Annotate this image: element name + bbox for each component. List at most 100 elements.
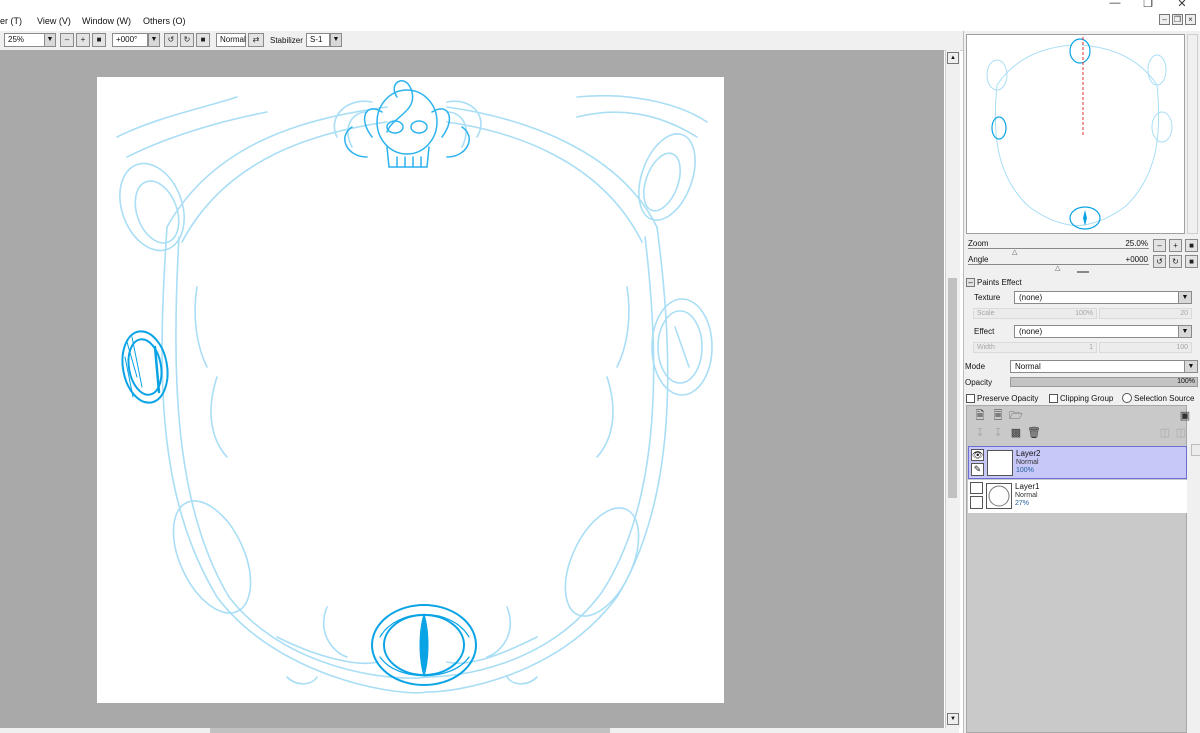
- nav-zoom-reset-button[interactable]: ■: [1185, 239, 1198, 252]
- nav-rotate-left-button[interactable]: ↺: [1153, 255, 1166, 268]
- clipping-group-label: Clipping Group: [1060, 394, 1114, 403]
- layer-opacity: 100%: [1016, 467, 1034, 474]
- eye-icon[interactable]: 👁: [971, 449, 984, 461]
- chevron-down-icon: ▼: [1178, 292, 1191, 303]
- chevron-down-icon[interactable]: ▼: [44, 33, 56, 47]
- visibility-checkbox[interactable]: [970, 482, 983, 494]
- flip-horizontal-button[interactable]: ⇄: [248, 33, 264, 47]
- layer-opacity: 27%: [1015, 500, 1030, 507]
- mdi-restore-icon[interactable]: ❐: [1172, 14, 1183, 25]
- navigator-angle-label: Angle: [968, 255, 989, 264]
- menu-others[interactable]: Others (O): [143, 16, 186, 26]
- rotate-reset-button[interactable]: ■: [196, 33, 210, 47]
- new-linework-layer-icon[interactable]: 🗏: [991, 409, 1005, 423]
- sketch-artwork: [116, 80, 713, 694]
- panel-splitter-handle[interactable]: [1077, 271, 1089, 273]
- pen-icon[interactable]: ✎: [971, 463, 984, 476]
- selection-source-label: Selection Source: [1134, 394, 1195, 403]
- apply-mask-icon[interactable]: ◫: [1158, 426, 1172, 440]
- trash-icon[interactable]: 🗑: [1027, 426, 1041, 440]
- blend-mode-select[interactable]: Normal: [216, 33, 246, 47]
- angle-select[interactable]: +000°: [112, 33, 148, 47]
- menu-view[interactable]: View (V): [37, 16, 71, 26]
- angle-slider-handle[interactable]: △: [1055, 264, 1060, 272]
- scale-number: 20: [1099, 308, 1192, 319]
- stabilizer-select[interactable]: S-1: [306, 33, 330, 47]
- rotate-left-button[interactable]: ↺: [164, 33, 178, 47]
- layer-mode-select[interactable]: Normal ▼: [1010, 360, 1198, 373]
- nav-rotate-reset-button[interactable]: ■: [1185, 255, 1198, 268]
- navigator-scrollbar[interactable]: [1187, 34, 1198, 234]
- navigator-angle-value: +0000: [1125, 255, 1148, 264]
- layer-mode: Normal: [1015, 492, 1038, 499]
- scale-value: 100%: [1075, 310, 1093, 317]
- stabilizer-label: Stabilizer: [270, 36, 303, 45]
- close-icon[interactable]: ✕: [1173, 0, 1191, 10]
- zoom-out-button[interactable]: –: [60, 33, 74, 47]
- zoom-select[interactable]: 25%: [4, 33, 45, 47]
- texture-select[interactable]: (none) ▼: [1014, 291, 1192, 304]
- zoom-slider-handle[interactable]: △: [1012, 248, 1017, 256]
- minimize-icon[interactable]: —: [1106, 0, 1124, 9]
- navigator-zoom-label: Zoom: [968, 239, 989, 248]
- selection-source-radio[interactable]: [1122, 393, 1132, 403]
- layer-mode: Normal: [1016, 459, 1039, 466]
- width-label: Width: [977, 344, 995, 351]
- chevron-down-icon[interactable]: ▼: [148, 33, 160, 47]
- restore-icon[interactable]: ❐: [1139, 0, 1157, 10]
- width-field: Width 1: [973, 342, 1097, 353]
- lock-checkbox[interactable]: [970, 496, 983, 509]
- scroll-up-icon[interactable]: ▲: [947, 52, 959, 64]
- menu-window[interactable]: Window (W): [82, 16, 131, 26]
- rotate-right-button[interactable]: ↻: [180, 33, 194, 47]
- canvas-paper[interactable]: [97, 77, 724, 703]
- hscroll-thumb[interactable]: [210, 728, 610, 733]
- zoom-slider-track[interactable]: [968, 248, 1149, 249]
- effect-value: (none): [1019, 327, 1043, 336]
- mode-label: Mode: [965, 362, 986, 371]
- merge-down-icon[interactable]: ↧: [991, 426, 1005, 440]
- layer-list-scrollbar[interactable]: [1191, 444, 1200, 456]
- nav-zoom-in-button[interactable]: +: [1169, 239, 1182, 252]
- clipping-group-checkbox[interactable]: [1049, 394, 1058, 403]
- scroll-thumb[interactable]: [948, 278, 957, 498]
- canvas-horizontal-scrollbar[interactable]: [0, 728, 959, 733]
- chevron-down-icon[interactable]: ▼: [330, 33, 342, 47]
- layer-row-layer1[interactable]: Layer1 Normal 27%: [968, 480, 1187, 513]
- transfer-down-icon[interactable]: ↧: [973, 426, 987, 440]
- layer-name: Layer2: [1016, 449, 1041, 458]
- texture-label: Texture: [974, 293, 1001, 302]
- navigator-preview[interactable]: [966, 34, 1185, 234]
- eye-pupil: [419, 613, 429, 677]
- clear-layer-icon[interactable]: ▩: [1009, 426, 1023, 440]
- preserve-opacity-checkbox[interactable]: [966, 394, 975, 403]
- layer-thumbnail-circle: [988, 485, 1010, 507]
- nav-zoom-out-button[interactable]: –: [1153, 239, 1166, 252]
- canvas-vertical-scrollbar[interactable]: ▲ ▼: [945, 50, 960, 728]
- collapse-icon[interactable]: –: [966, 278, 975, 287]
- scroll-down-icon[interactable]: ▼: [947, 713, 959, 725]
- effect-label: Effect: [974, 327, 995, 336]
- effect-select[interactable]: (none) ▼: [1014, 325, 1192, 338]
- paints-effect-title: Paints Effect: [977, 278, 1022, 287]
- menu-layer[interactable]: er (T): [0, 16, 22, 26]
- mdi-close-icon[interactable]: ×: [1185, 14, 1196, 25]
- opacity-label: Opacity: [965, 378, 993, 387]
- layer-mask-icon[interactable]: ▣: [1178, 409, 1192, 423]
- mdi-minimize-icon[interactable]: –: [1159, 14, 1170, 25]
- zoom-in-button[interactable]: +: [76, 33, 90, 47]
- opacity-slider[interactable]: 100%: [1010, 377, 1198, 387]
- new-folder-icon[interactable]: 🗁: [1009, 409, 1023, 423]
- zoom-reset-button[interactable]: ■: [92, 33, 106, 47]
- nav-rotate-right-button[interactable]: ↻: [1169, 255, 1182, 268]
- delete-mask-icon[interactable]: ◫: [1174, 426, 1188, 440]
- layer-row-layer2[interactable]: 👁 ✎ Layer2 Normal 100%: [968, 446, 1187, 479]
- layer-mode-value: Normal: [1015, 362, 1041, 371]
- title-bar: [0, 0, 1200, 10]
- scale-field: Scale 100%: [973, 308, 1097, 319]
- layer-thumbnail: [987, 450, 1013, 476]
- texture-value: (none): [1019, 293, 1043, 302]
- new-layer-icon[interactable]: 🗎: [973, 409, 987, 423]
- width-value: 1: [1089, 344, 1093, 351]
- layer-name: Layer1: [1015, 482, 1040, 491]
